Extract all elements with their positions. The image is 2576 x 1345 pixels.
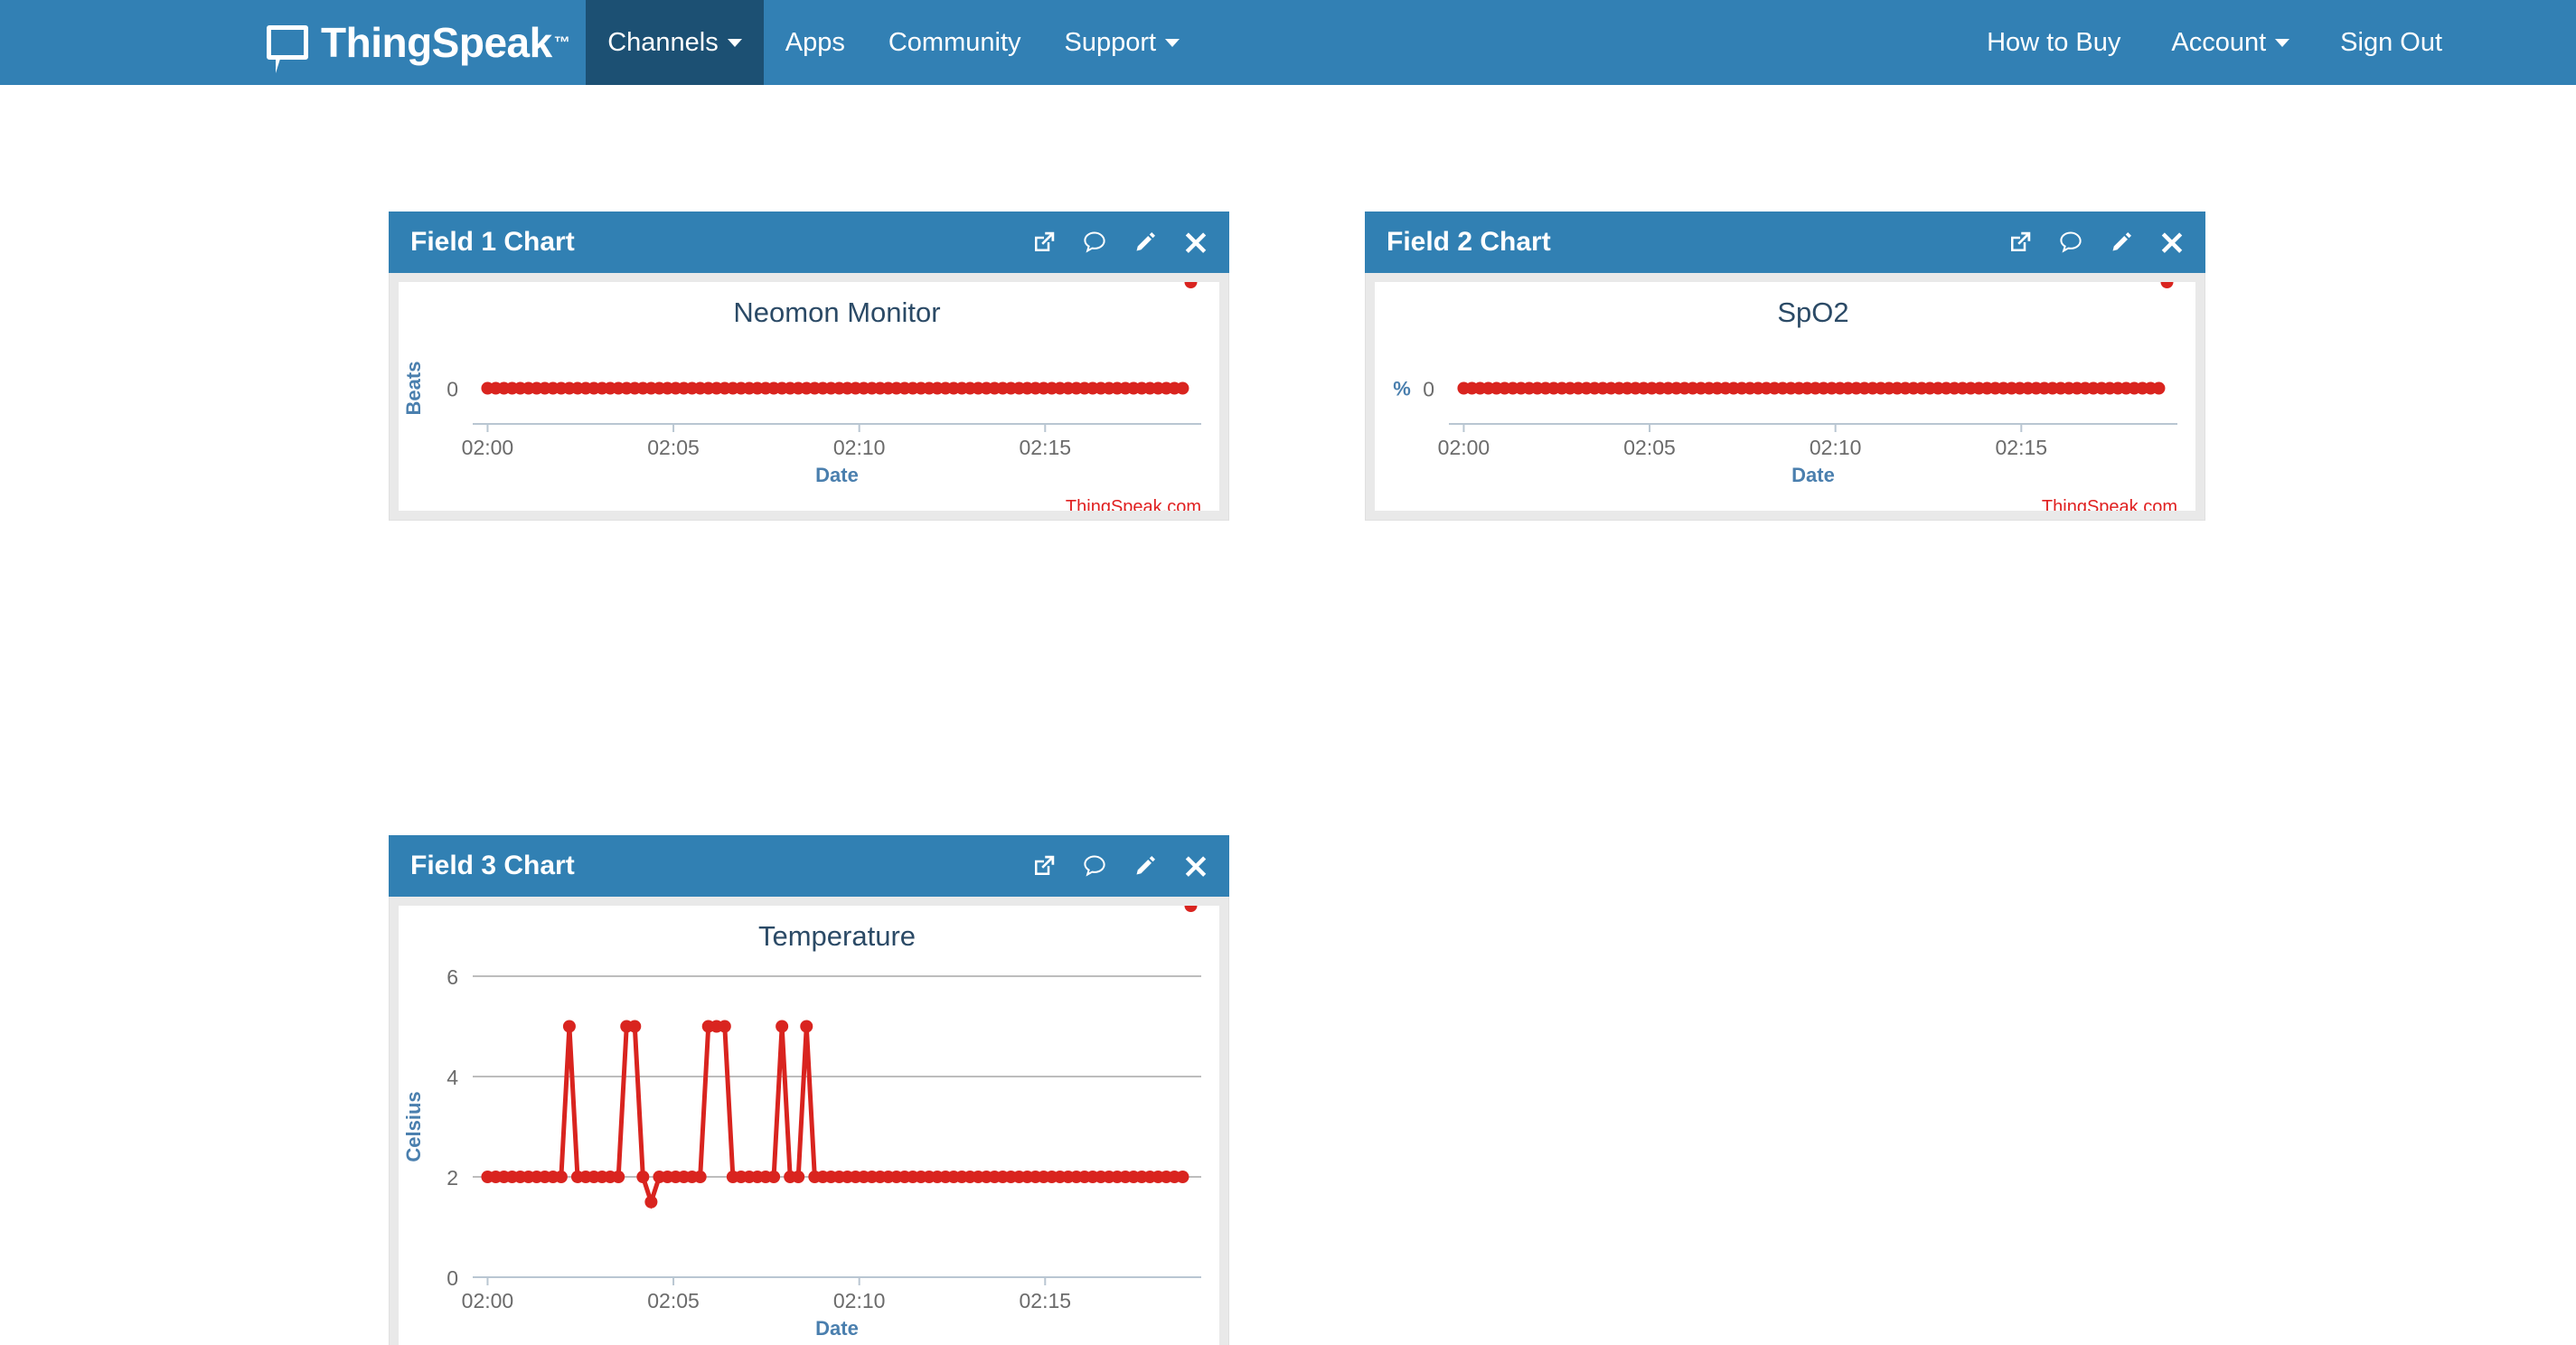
chart-field1[interactable]: Neomon Monitor 0 02:00 02:05 02:10 02:15 Date B… [399,282,1219,511]
external-link-icon[interactable] [1030,229,1058,256]
comment-icon[interactable] [1081,852,1108,879]
pencil-edit-icon[interactable] [2108,229,2135,256]
nav-item-account[interactable]: Account [2146,0,2315,85]
panel-field-1-title: Field 1 Chart [410,227,575,257]
svg-text:02:05: 02:05 [1623,436,1676,459]
panel-field-3-header: Field 3 Chart [389,835,1229,897]
svg-text:Beats: Beats [402,362,425,416]
svg-text:SpO2: SpO2 [1777,296,1848,328]
nav-item-community-label: Community [888,27,1021,57]
svg-text:ThingSpeak.com: ThingSpeak.com [2042,497,2177,511]
comment-icon[interactable] [2057,229,2084,256]
nav-item-apps[interactable]: Apps [764,0,867,85]
close-icon[interactable] [1182,229,1209,256]
pencil-edit-icon[interactable] [1132,229,1159,256]
close-icon[interactable] [2158,229,2186,256]
navbar-right-group: How to Buy Account Sign Out [1961,0,2468,85]
panel-field-3-chart: Field 3 Chart Temperature 0 2 4 6 02:00 02:05 0… [389,835,1229,1345]
nav-item-community[interactable]: Community [867,0,1043,85]
svg-text:02:00: 02:00 [462,436,514,459]
svg-text:Date: Date [1791,464,1835,486]
external-link-icon[interactable] [2007,229,2034,256]
brand-name: ThingSpeak [321,19,552,66]
nav-item-support-label: Support [1064,27,1157,57]
navbar-left-group: ThingSpeak ™ Channels Apps Community Sup… [267,0,1201,85]
panel-field-2-chart: Field 2 Chart SpO2 0 02:00 02:05 02:10 02:15 D… [1365,212,2205,521]
svg-text:0: 0 [1423,378,1434,401]
panel-field-2-title: Field 2 Chart [1387,227,1551,257]
chart-field3[interactable]: Temperature 0 2 4 6 02:00 02:05 02:10 02:15 Date C… [399,906,1219,1345]
svg-text:0: 0 [447,378,458,401]
svg-text:02:15: 02:15 [1020,436,1072,459]
svg-text:02:15: 02:15 [1020,1289,1072,1312]
svg-text:4: 4 [447,1066,458,1089]
panel-field-3-body: Temperature 0 2 4 6 02:00 02:05 02:10 02:15 Date C… [389,897,1229,1345]
panel-field-1-body: Neomon Monitor 0 02:00 02:05 02:10 02:15 Date B… [389,273,1229,521]
nav-item-sign-out-label: Sign Out [2340,27,2442,57]
svg-text:0: 0 [447,1266,458,1290]
nav-item-how-to-buy-label: How to Buy [1987,27,2121,57]
nav-item-channels[interactable]: Channels [586,0,764,85]
trademark-symbol: ™ [553,33,570,52]
panel-field-1-actions [1030,229,1209,256]
nav-item-support[interactable]: Support [1043,0,1202,85]
thingspeak-logo[interactable]: ThingSpeak ™ [267,0,586,85]
svg-text:Neomon Monitor: Neomon Monitor [733,296,940,328]
svg-text:ThingSpeak.com: ThingSpeak.com [1066,497,1201,511]
nav-item-account-label: Account [2171,27,2267,57]
comment-icon[interactable] [1081,229,1108,256]
external-link-icon[interactable] [1030,852,1058,879]
svg-text:02:10: 02:10 [833,436,886,459]
svg-text:02:05: 02:05 [647,1289,700,1312]
svg-text:Temperature: Temperature [758,920,916,952]
nav-item-apps-label: Apps [785,27,845,57]
panel-field-1-header: Field 1 Chart [389,212,1229,273]
panel-field-2-header: Field 2 Chart [1365,212,2205,273]
speech-bubble-logo-icon [267,25,308,73]
top-navbar: ThingSpeak ™ Channels Apps Community Sup… [0,0,2576,85]
nav-item-channels-label: Channels [607,27,719,57]
nav-item-how-to-buy[interactable]: How to Buy [1961,0,2146,85]
svg-text:02:05: 02:05 [647,436,700,459]
svg-text:02:10: 02:10 [1810,436,1862,459]
svg-text:Date: Date [815,1317,859,1340]
svg-text:2: 2 [447,1166,458,1190]
svg-text:Celsius: Celsius [402,1091,425,1162]
svg-text:6: 6 [447,965,458,989]
pencil-edit-icon[interactable] [1132,852,1159,879]
svg-text:02:00: 02:00 [462,1289,514,1312]
chevron-down-icon [727,38,742,47]
close-icon[interactable] [1182,852,1209,879]
panel-field-3-title: Field 3 Chart [410,851,575,880]
svg-text:02:10: 02:10 [833,1289,886,1312]
svg-text:%: % [1393,378,1411,400]
panel-field-1-chart: Field 1 Chart Neomon Monitor 0 02:00 02:05 0… [389,212,1229,521]
chevron-down-icon [1165,38,1180,47]
chart-field2[interactable]: SpO2 0 02:00 02:05 02:10 02:15 Date% ThingSpeak… [1375,282,2195,511]
panel-field-3-actions [1030,852,1209,879]
svg-text:02:15: 02:15 [1996,436,2048,459]
svg-text:Date: Date [815,464,859,486]
svg-text:02:00: 02:00 [1438,436,1490,459]
panel-field-2-actions [2007,229,2186,256]
chevron-down-icon [2275,38,2290,47]
nav-item-sign-out[interactable]: Sign Out [2315,0,2468,85]
panel-field-2-body: SpO2 0 02:00 02:05 02:10 02:15 Date% ThingSpeak… [1365,273,2205,521]
